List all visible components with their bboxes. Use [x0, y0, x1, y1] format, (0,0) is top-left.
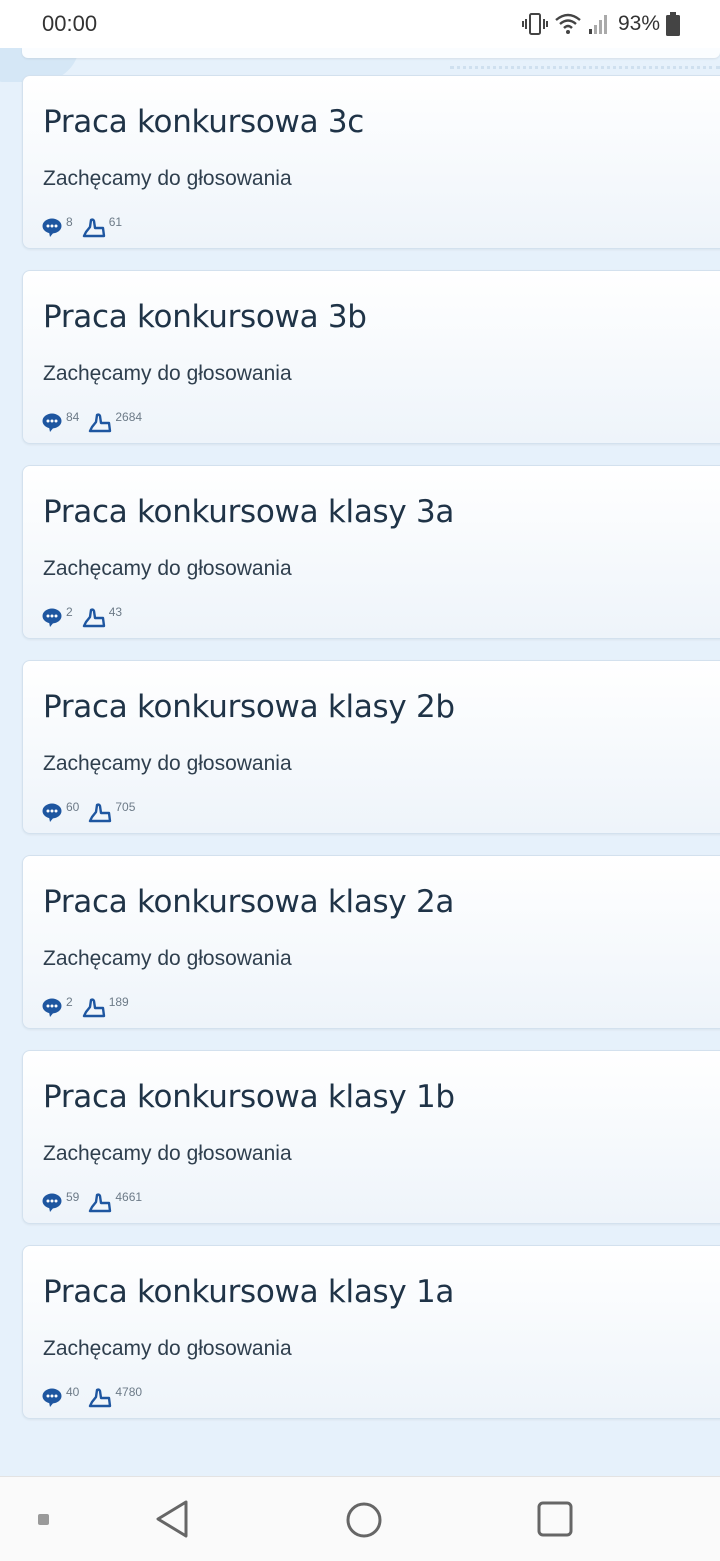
- post-card[interactable]: Praca konkursowa 3c Zachęcamy do głosowa…: [22, 75, 720, 249]
- like-count: 4780: [115, 1385, 143, 1399]
- post-stats: 2 189: [41, 995, 129, 1021]
- comment-icon: [42, 413, 62, 432]
- home-icon[interactable]: [345, 1501, 383, 1539]
- post-title: Praca konkursowa klasy 3a: [43, 494, 455, 530]
- status-icons: 93%: [521, 9, 680, 39]
- dotted-decoration: [450, 66, 720, 69]
- post-title: Praca konkursowa 3c: [43, 104, 365, 140]
- like-count: 705: [115, 800, 136, 814]
- post-stats: 8 61: [41, 215, 123, 241]
- previous-card-edge: [22, 48, 720, 58]
- comment-count: 60: [66, 800, 80, 814]
- post-subtitle: Zachęcamy do głosowania: [43, 167, 292, 190]
- comment-icon: [42, 218, 62, 237]
- comment-icon: [42, 1193, 62, 1212]
- navigation-bar: [0, 1476, 720, 1561]
- like-count: 189: [108, 995, 129, 1009]
- comment-icon: [42, 803, 62, 822]
- post-subtitle: Zachęcamy do głosowania: [43, 362, 292, 385]
- post-stats: 40 4780: [41, 1385, 143, 1411]
- post-card[interactable]: Praca konkursowa klasy 2a Zachęcamy do g…: [22, 855, 720, 1029]
- post-stats: 60 705: [41, 800, 136, 826]
- post-card[interactable]: Praca konkursowa klasy 3a Zachęcamy do g…: [22, 465, 720, 639]
- post-stats: 59 4661: [41, 1190, 143, 1216]
- post-card[interactable]: Praca konkursowa 3b Zachęcamy do głosowa…: [22, 270, 720, 444]
- thumbs-up-icon[interactable]: [88, 802, 112, 824]
- post-subtitle: Zachęcamy do głosowania: [43, 1337, 292, 1360]
- thumbs-up-icon[interactable]: [88, 412, 112, 434]
- comment-count: 84: [66, 410, 80, 424]
- comment-icon: [42, 608, 62, 627]
- back-icon[interactable]: [154, 1499, 190, 1539]
- comment-count: 59: [66, 1190, 80, 1204]
- like-count: 2684: [115, 410, 143, 424]
- vibrate-icon: [521, 13, 548, 35]
- post-title: Praca konkursowa klasy 1b: [43, 1079, 455, 1115]
- like-count: 4661: [115, 1190, 143, 1204]
- post-card[interactable]: Praca konkursowa klasy 1a Zachęcamy do g…: [22, 1245, 720, 1419]
- status-bar: 00:00 93%: [0, 0, 720, 48]
- post-title: Praca konkursowa 3b: [43, 299, 367, 335]
- battery-percent: 93%: [617, 12, 660, 35]
- post-stats: 84 2684: [41, 410, 143, 436]
- comment-count: 2: [66, 995, 73, 1009]
- post-list[interactable]: Praca konkursowa 3c Zachęcamy do głosowa…: [0, 48, 720, 1476]
- post-subtitle: Zachęcamy do głosowania: [43, 947, 292, 970]
- comment-icon: [42, 998, 62, 1017]
- comment-count: 40: [66, 1385, 80, 1399]
- recents-dot-icon[interactable]: [37, 1513, 51, 1527]
- comment-count: 2: [66, 605, 73, 619]
- thumbs-up-icon[interactable]: [82, 217, 106, 239]
- thumbs-up-icon[interactable]: [82, 607, 106, 629]
- status-time: 00:00: [42, 11, 98, 36]
- comment-count: 8: [66, 215, 73, 229]
- like-count: 61: [108, 215, 123, 229]
- like-count: 43: [108, 605, 123, 619]
- post-title: Praca konkursowa klasy 2a: [43, 884, 455, 920]
- post-subtitle: Zachęcamy do głosowania: [43, 752, 292, 775]
- post-subtitle: Zachęcamy do głosowania: [43, 557, 292, 580]
- signal-icon: [588, 15, 607, 34]
- wifi-icon: [555, 13, 581, 34]
- thumbs-up-icon[interactable]: [88, 1387, 112, 1409]
- overview-icon[interactable]: [537, 1501, 573, 1537]
- post-card[interactable]: Praca konkursowa klasy 2b Zachęcamy do g…: [22, 660, 720, 834]
- post-title: Praca konkursowa klasy 2b: [43, 689, 455, 725]
- comment-icon: [42, 1388, 62, 1407]
- thumbs-up-icon[interactable]: [88, 1192, 112, 1214]
- post-stats: 2 43: [41, 605, 123, 631]
- post-subtitle: Zachęcamy do głosowania: [43, 1142, 292, 1165]
- post-card[interactable]: Praca konkursowa klasy 1b Zachęcamy do g…: [22, 1050, 720, 1224]
- thumbs-up-icon[interactable]: [82, 997, 106, 1019]
- post-title: Praca konkursowa klasy 1a: [43, 1274, 455, 1310]
- battery-icon: [666, 12, 680, 36]
